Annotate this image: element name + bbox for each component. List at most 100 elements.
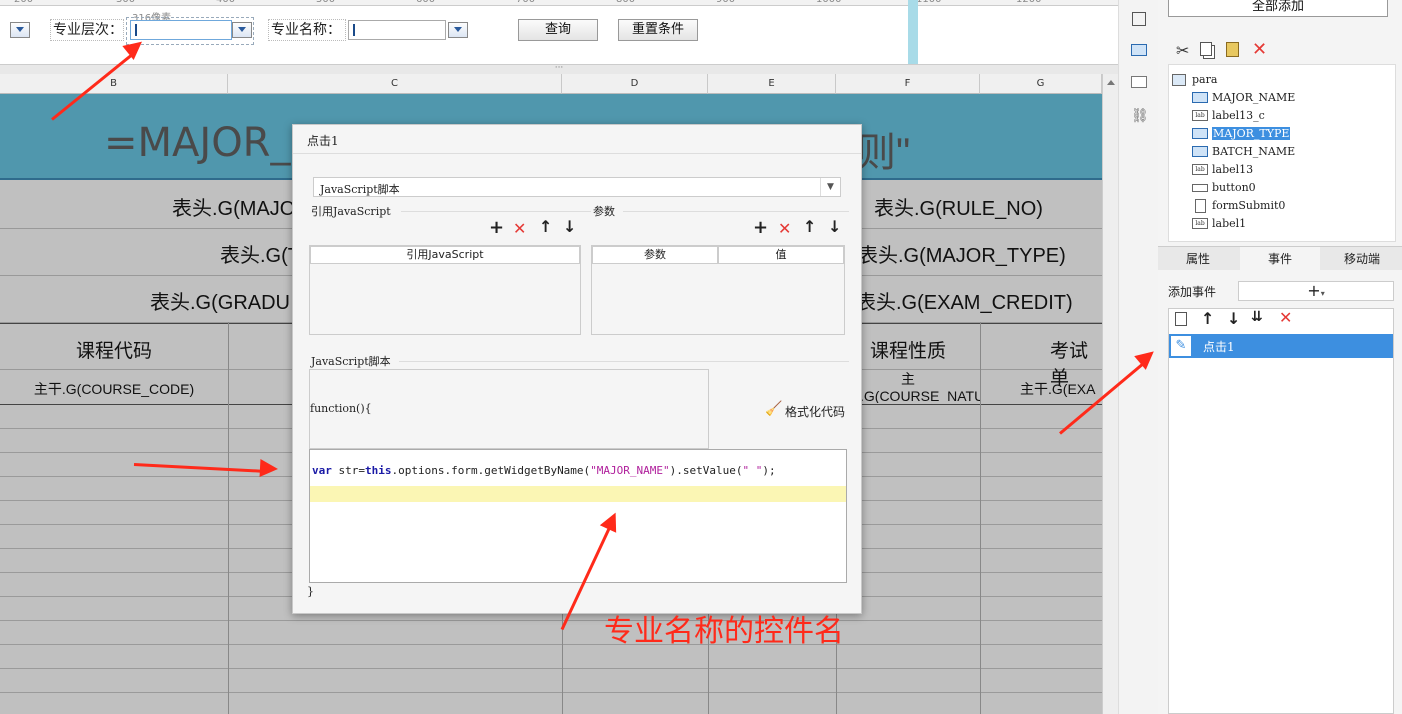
add-ref-icon[interactable]: +: [489, 217, 504, 238]
dropdown-widget-icon: [1192, 92, 1208, 103]
edit-icon[interactable]: ✎: [1171, 336, 1191, 356]
annotation-caption: 专业名称的控件名: [604, 614, 844, 649]
ref-js-column-header: 引用JavaScript: [310, 246, 580, 264]
tree-item-label13-c[interactable]: lab label13_c: [1192, 108, 1265, 124]
code-text: .options.form.getWidgetByName(: [391, 464, 591, 477]
move-down-ref-icon[interactable]: ↓: [563, 217, 576, 236]
delete-ref-icon[interactable]: ✕: [513, 219, 526, 238]
column-header-d[interactable]: D: [562, 74, 708, 94]
paste-icon[interactable]: [1226, 42, 1239, 57]
widget-dropdown-icon[interactable]: [1131, 44, 1147, 56]
title-formula-left: =MAJOR_I: [104, 120, 303, 166]
tree-item-label: label13_c: [1212, 109, 1265, 122]
empty-grid-row[interactable]: [0, 669, 1102, 693]
delete-event-icon[interactable]: ✕: [1279, 308, 1292, 327]
move-up-icon[interactable]: ↑: [1201, 309, 1214, 328]
code-text: ).setValue(: [669, 464, 743, 477]
label-widget-icon: lab: [1192, 218, 1208, 229]
section-rule: [623, 211, 849, 212]
delete-param-icon[interactable]: ✕: [778, 219, 791, 238]
column-header-g[interactable]: G: [980, 74, 1102, 94]
tree-item-label: label1: [1212, 217, 1247, 230]
chevron-down-icon[interactable]: ▼: [820, 178, 840, 196]
function-close: }: [307, 585, 314, 598]
cut-icon[interactable]: ✂: [1176, 41, 1189, 60]
reset-button[interactable]: 重置条件: [618, 19, 698, 41]
add-event-button[interactable]: +▾: [1238, 281, 1394, 301]
empty-grid-row[interactable]: [0, 645, 1102, 669]
tree-item-batch-name[interactable]: BATCH_NAME: [1192, 144, 1296, 160]
header-cell-right: 表头.G(MAJOR_TYPE): [858, 245, 1066, 267]
tree-item-major-name[interactable]: MAJOR_NAME: [1192, 90, 1296, 106]
code-string: "MAJOR_NAME": [590, 464, 670, 477]
tree-item-label13[interactable]: lab label13: [1192, 162, 1254, 178]
course-code-header: 课程代码: [75, 341, 152, 362]
tree-item-major-type[interactable]: MAJOR_TYPE: [1192, 126, 1291, 142]
params-section-label: 参数: [593, 205, 615, 218]
delete-icon[interactable]: ✕: [1252, 39, 1267, 60]
code-editor[interactable]: var str=this.options.form.getWidgetByNam…: [309, 449, 847, 583]
ruler-tick: 600: [416, 0, 435, 5]
format-code-button[interactable]: 格式化代码: [785, 403, 845, 420]
script-type-select[interactable]: JavaScript脚本 ▼: [313, 177, 841, 197]
move-up-param-icon[interactable]: ↑: [803, 217, 816, 236]
tab-properties[interactable]: 属性: [1158, 248, 1238, 270]
title-divider: [293, 153, 861, 154]
tree-item-formsubmit0[interactable]: formSubmit0: [1195, 198, 1285, 214]
annotation-arrow-head: [259, 459, 279, 478]
frame-icon[interactable]: [1132, 12, 1146, 26]
value-column-header: 值: [718, 246, 844, 264]
code-string: " ": [742, 464, 763, 477]
event-item[interactable]: ✎ 点击1: [1169, 334, 1393, 358]
move-down-param-icon[interactable]: ↓: [828, 217, 841, 236]
column-header-b[interactable]: B: [0, 74, 228, 94]
ruler-tick: 700: [516, 0, 535, 5]
code-text: str=: [331, 464, 365, 477]
empty-grid-row[interactable]: [0, 693, 1102, 714]
header-cell-right: 表头.G(RULE_NO): [874, 198, 1043, 220]
add-param-icon[interactable]: +: [753, 217, 768, 238]
scroll-up-icon[interactable]: [1107, 80, 1115, 85]
tree-item-para[interactable]: para: [1172, 72, 1217, 88]
ref-js-table[interactable]: 引用JavaScript: [309, 245, 581, 335]
panel-splitter[interactable]: ···: [0, 64, 1118, 74]
move-bottom-icon[interactable]: ⇊: [1251, 309, 1263, 325]
grid-column-line: [228, 322, 229, 714]
empty-grid-row[interactable]: [0, 621, 1102, 645]
selection-box: [126, 17, 254, 45]
major-name-input[interactable]: [348, 20, 446, 40]
tree-item-label: BATCH_NAME: [1212, 145, 1296, 158]
label-widget-icon: lab: [1192, 110, 1208, 121]
ruler-tick: 1200: [1016, 0, 1041, 5]
move-up-ref-icon[interactable]: ↑: [539, 217, 552, 236]
major-name-dropdown-button[interactable]: [448, 22, 468, 38]
tree-item-label: label13: [1212, 163, 1254, 176]
tree-item-button0[interactable]: button0: [1192, 180, 1256, 196]
event-item-label: 点击1: [1203, 340, 1235, 354]
boundary-marker[interactable]: [908, 0, 918, 64]
move-down-icon[interactable]: ↓: [1227, 309, 1240, 328]
tab-events[interactable]: 事件: [1240, 247, 1320, 271]
header-cell-left: 表头.G(T: [220, 245, 300, 267]
params-table[interactable]: 参数 值: [591, 245, 845, 335]
current-line-highlight: [310, 486, 846, 502]
column-header-c[interactable]: C: [228, 74, 562, 94]
add-all-button[interactable]: 全部添加: [1168, 0, 1388, 17]
copy-event-icon[interactable]: [1175, 312, 1187, 326]
link-icon[interactable]: ⛓: [1131, 108, 1149, 124]
ruler-tick: 1000: [816, 0, 841, 5]
column-header-f[interactable]: F: [836, 74, 980, 94]
column-header-e[interactable]: E: [708, 74, 836, 94]
tab-mobile[interactable]: 移动端: [1322, 248, 1402, 270]
copy-icon[interactable]: [1200, 42, 1212, 56]
tree-item-label1[interactable]: lab label1: [1192, 216, 1247, 232]
code-keyword: var: [312, 464, 332, 477]
tree-item-label: MAJOR_NAME: [1212, 91, 1296, 104]
label-widget-icon: lab: [1192, 164, 1208, 175]
event-dialog: 点击1 JavaScript脚本 ▼ 引用JavaScript 参数 + ✕ ↑…: [292, 124, 862, 614]
broom-icon[interactable]: 🧹: [765, 401, 782, 417]
query-button[interactable]: 查询: [518, 19, 598, 41]
code-line-1: var str=this.options.form.getWidgetByNam…: [312, 464, 776, 477]
major-type-dropdown[interactable]: [10, 22, 30, 38]
layout-icon[interactable]: [1131, 76, 1147, 88]
